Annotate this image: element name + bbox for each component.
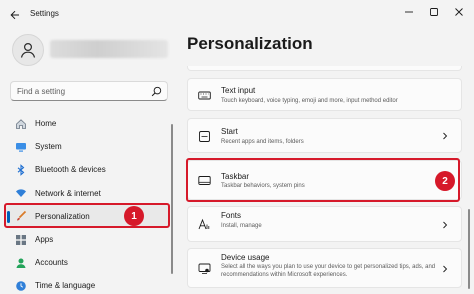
sidebar-item-label: Apps	[35, 235, 54, 245]
sidebar-item-label: System	[35, 142, 62, 152]
close-icon	[455, 8, 463, 16]
search-icon	[151, 86, 162, 97]
highlight-box-personalization	[4, 203, 170, 228]
card-subtitle: Recent apps and items, folders	[221, 139, 304, 145]
card-subtitle: Select all the ways you plan to use your…	[221, 264, 436, 278]
card-start[interactable]: Start Recent apps and items, folders	[187, 118, 462, 153]
account-icon	[15, 257, 27, 269]
step-badge-1: 1	[124, 206, 144, 226]
card-fonts[interactable]: Fonts Install, manage	[187, 206, 462, 242]
close-button[interactable]	[452, 5, 466, 19]
search-input[interactable]: Find a setting	[10, 81, 168, 101]
sidebar-item-home[interactable]: Home	[6, 112, 170, 135]
card-subtitle: Touch keyboard, voice typing, emoji and …	[221, 98, 398, 104]
sidebar-item-label: Home	[35, 119, 57, 129]
start-icon	[198, 130, 211, 143]
step-badge-2: 2	[435, 171, 455, 191]
highlight-box-taskbar	[186, 158, 460, 202]
sidebar-scrollbar[interactable]	[171, 124, 173, 274]
card-title: Fonts	[221, 211, 242, 220]
avatar	[12, 34, 44, 66]
person-icon	[20, 42, 36, 58]
bluetooth-icon	[15, 164, 27, 176]
card-edge	[187, 66, 462, 71]
card-title: Start	[221, 127, 238, 136]
maximize-button[interactable]	[427, 5, 441, 19]
font-icon	[198, 218, 211, 231]
sidebar-item-bluetooth[interactable]: Bluetooth & devices	[6, 158, 170, 181]
sidebar-item-apps[interactable]: Apps	[6, 228, 170, 251]
apps-icon	[15, 234, 27, 246]
chevron-right-icon	[441, 221, 449, 229]
card-title: Text input	[221, 86, 256, 95]
page-title: Personalization	[187, 34, 313, 53]
minimize-icon	[405, 11, 413, 13]
chevron-right-icon	[441, 265, 449, 273]
user-profile[interactable]	[8, 32, 168, 72]
sidebar-item-system[interactable]: System	[6, 135, 170, 158]
back-button[interactable]	[6, 6, 24, 24]
sidebar-item-network[interactable]: Network & internet	[6, 182, 170, 205]
chevron-right-icon	[441, 132, 449, 140]
sidebar-item-label: Bluetooth & devices	[35, 165, 106, 175]
monitor-icon	[15, 141, 27, 153]
window-title: Settings	[30, 9, 59, 18]
card-title: Device usage	[221, 253, 270, 262]
device-usage-icon	[198, 262, 211, 275]
maximize-icon	[430, 8, 438, 16]
search-placeholder: Find a setting	[17, 87, 66, 96]
sidebar-item-label: Time & language	[35, 281, 96, 291]
wifi-icon	[15, 187, 27, 199]
card-subtitle: Install, manage	[221, 223, 262, 229]
keyboard-icon	[198, 89, 211, 102]
card-text-input[interactable]: Text input Touch keyboard, voice typing,…	[187, 78, 462, 111]
card-device-usage[interactable]: Device usage Select all the ways you pla…	[187, 248, 462, 288]
title-bar: Settings	[0, 0, 474, 30]
sidebar-item-label: Accounts	[35, 258, 68, 268]
main-scrollbar[interactable]	[468, 209, 470, 289]
minimize-button[interactable]	[402, 5, 416, 19]
globe-clock-icon	[15, 280, 27, 292]
back-arrow-icon	[10, 10, 19, 20]
sidebar-item-label: Network & internet	[35, 188, 101, 198]
home-icon	[15, 118, 27, 130]
sidebar-item-time-language[interactable]: Time & language	[6, 274, 170, 294]
redacted-user-name	[50, 40, 168, 58]
sidebar-item-accounts[interactable]: Accounts	[6, 251, 170, 274]
